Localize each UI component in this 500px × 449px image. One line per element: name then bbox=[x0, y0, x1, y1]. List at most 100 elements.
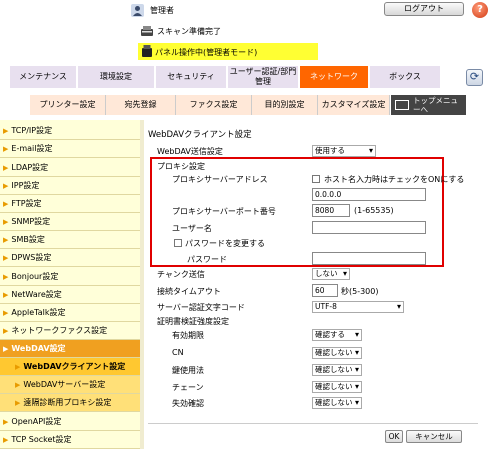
arrow-icon: ▶ bbox=[3, 309, 9, 317]
sidebar-item-dpws[interactable]: ▶ DPWS設定 bbox=[0, 249, 140, 267]
sidebar-item-webdav[interactable]: ▶ WebDAV設定 bbox=[0, 340, 140, 358]
timeout-input[interactable]: 60 bbox=[312, 284, 338, 297]
user-label: 管理者 bbox=[150, 6, 174, 15]
arrow-icon: ▶ bbox=[3, 291, 9, 299]
cn-select[interactable]: 確認しない bbox=[312, 347, 362, 359]
sidebar-item-appletalk[interactable]: ▶ AppleTalk設定 bbox=[0, 304, 140, 322]
username-label: ユーザー名 bbox=[172, 224, 212, 233]
proxy-port-input[interactable]: 8080 bbox=[312, 204, 350, 217]
sidebar-item-smb[interactable]: ▶ SMB設定 bbox=[0, 231, 140, 249]
arrow-icon: ▶ bbox=[3, 127, 9, 135]
arrow-icon: ▶ bbox=[3, 145, 9, 153]
arrow-icon: ▶ bbox=[3, 254, 9, 262]
arrow-icon: ▶ bbox=[3, 327, 9, 335]
password-input[interactable] bbox=[312, 252, 426, 265]
arrow-icon: ▶ bbox=[3, 273, 9, 281]
help-button[interactable]: ? bbox=[472, 2, 488, 18]
tab-store-address[interactable]: 目的別設定 bbox=[252, 95, 318, 115]
sidebar-item-tcpip[interactable]: ▶ TCP/IP設定 bbox=[0, 122, 140, 140]
validity-select[interactable]: 確認する bbox=[312, 329, 362, 341]
arrow-icon: ▶ bbox=[15, 363, 21, 371]
charset-label: サーバー認証文字コード bbox=[157, 303, 245, 312]
sidebar-item-network-fax[interactable]: ▶ ネットワークファクス設定 bbox=[0, 322, 140, 340]
validity-label: 有効期限 bbox=[172, 331, 204, 340]
proxy-port-range: (1-65535) bbox=[354, 206, 394, 215]
tab-customize[interactable]: カスタマイズ設定 bbox=[318, 95, 390, 115]
cn-label: CN bbox=[172, 348, 184, 357]
arrow-icon: ▶ bbox=[3, 218, 9, 226]
sidebar-item-ipp[interactable]: ▶ IPP設定 bbox=[0, 177, 140, 195]
key-usage-select[interactable]: 確認しない bbox=[312, 364, 362, 376]
arrow-icon: ▶ bbox=[15, 381, 21, 389]
panel-icon bbox=[142, 45, 152, 57]
arrow-icon: ▶ bbox=[3, 182, 9, 190]
tab-maintenance[interactable]: メンテナンス bbox=[10, 66, 76, 88]
cert-header: 証明書検証強度設定 bbox=[157, 317, 229, 326]
tab-fax-settings[interactable]: ファクス設定 bbox=[176, 95, 252, 115]
timeout-unit: 秒(5-300) bbox=[341, 287, 379, 296]
webdav-send-select[interactable]: 使用する bbox=[312, 145, 376, 157]
charset-select[interactable]: UTF-8 bbox=[312, 301, 404, 313]
arrow-icon: ▶ bbox=[3, 236, 9, 244]
tab-system-settings[interactable]: 環境設定 bbox=[78, 66, 154, 88]
expired-select[interactable]: 確認しない bbox=[312, 397, 362, 409]
sidebar-item-netware[interactable]: ▶ NetWare設定 bbox=[0, 286, 140, 304]
proxy-header: プロキシ設定 bbox=[157, 162, 205, 171]
arrow-icon: ▶ bbox=[3, 164, 9, 172]
sidebar-scrollbar[interactable] bbox=[140, 120, 144, 449]
divider bbox=[148, 423, 478, 424]
proxy-address-label: プロキシサーバーアドレス bbox=[172, 175, 268, 184]
tab-user-auth[interactable]: ユーザー認証/部門管理 bbox=[228, 66, 298, 88]
arrow-icon: ▶ bbox=[15, 399, 21, 407]
sidebar-item-ftp[interactable]: ▶ FTP設定 bbox=[0, 195, 140, 213]
webdav-send-label: WebDAV送信設定 bbox=[157, 147, 223, 156]
sidebar-item-webdav-client[interactable]: ▶ WebDAVクライアント設定 bbox=[0, 358, 140, 376]
tab-printer-settings[interactable]: プリンター設定 bbox=[30, 95, 106, 115]
logout-button[interactable]: ログアウト bbox=[384, 2, 464, 16]
to-top-menu-label: トップメニューへ bbox=[413, 96, 458, 114]
expired-label: 失効確認 bbox=[172, 399, 204, 408]
tab-security[interactable]: セキュリティ bbox=[156, 66, 226, 88]
arrow-icon: ▶ bbox=[3, 345, 9, 353]
chain-label: チェーン bbox=[172, 383, 204, 392]
chunk-select[interactable]: しない bbox=[312, 268, 350, 280]
top-menu-icon bbox=[395, 100, 409, 110]
tab-address-book[interactable]: 宛先登録 bbox=[106, 95, 176, 115]
chain-select[interactable]: 確認しない bbox=[312, 381, 362, 393]
password-label: パスワード bbox=[187, 255, 227, 264]
user-icon bbox=[131, 4, 144, 17]
panel-status: パネル操作中(管理者モード) bbox=[155, 48, 258, 57]
username-input[interactable] bbox=[312, 221, 426, 234]
hostname-checkbox[interactable] bbox=[312, 175, 320, 183]
proxy-port-label: プロキシサーバーポート番号 bbox=[172, 207, 276, 216]
arrow-icon: ▶ bbox=[3, 436, 9, 444]
page-title: WebDAVクライアント設定 bbox=[148, 130, 252, 140]
tab-box[interactable]: ボックス bbox=[370, 66, 440, 88]
sidebar-item-ldap[interactable]: ▶ LDAP設定 bbox=[0, 159, 140, 177]
sidebar-item-tcp-socket[interactable]: ▶ TCP Socket設定 bbox=[0, 431, 140, 449]
key-usage-label: 鍵使用法 bbox=[172, 366, 204, 375]
sidebar-item-snmp[interactable]: ▶ SNMP設定 bbox=[0, 213, 140, 231]
arrow-icon: ▶ bbox=[3, 418, 9, 426]
ok-button[interactable]: OK bbox=[385, 430, 403, 443]
sidebar-item-remote-proxy[interactable]: ▶ 遠隔診断用プロキシ設定 bbox=[0, 394, 140, 412]
hostname-check-label: ホスト名入力時はチェックをONにする bbox=[324, 175, 465, 184]
proxy-address-input[interactable]: 0.0.0.0 bbox=[312, 188, 426, 201]
sidebar-item-email[interactable]: ▶ E-mail設定 bbox=[0, 140, 140, 158]
sidebar: ▶ TCP/IP設定 ▶ E-mail設定 ▶ LDAP設定 ▶ IPP設定 ▶ FTP設… bbox=[0, 120, 140, 449]
change-password-checkbox[interactable] bbox=[174, 239, 182, 247]
scan-status: スキャン準備完了 bbox=[157, 27, 221, 36]
tab-network[interactable]: ネットワーク bbox=[300, 66, 368, 88]
chunk-label: チャンク送信 bbox=[157, 270, 205, 279]
scanner-icon bbox=[141, 26, 153, 36]
sidebar-item-bonjour[interactable]: ▶ Bonjour設定 bbox=[0, 268, 140, 286]
cancel-button[interactable]: キャンセル bbox=[406, 430, 462, 443]
to-top-menu-button[interactable]: トップメニューへ bbox=[391, 95, 466, 115]
sidebar-item-openapi[interactable]: ▶ OpenAPI設定 bbox=[0, 413, 140, 431]
sidebar-item-webdav-server[interactable]: ▶ WebDAVサーバー設定 bbox=[0, 376, 140, 394]
refresh-icon: ⟳ bbox=[469, 70, 480, 83]
change-password-label: パスワードを変更する bbox=[185, 239, 265, 248]
timeout-label: 接続タイムアウト bbox=[157, 287, 221, 296]
refresh-button[interactable]: ⟳ bbox=[466, 69, 483, 86]
arrow-icon: ▶ bbox=[3, 200, 9, 208]
